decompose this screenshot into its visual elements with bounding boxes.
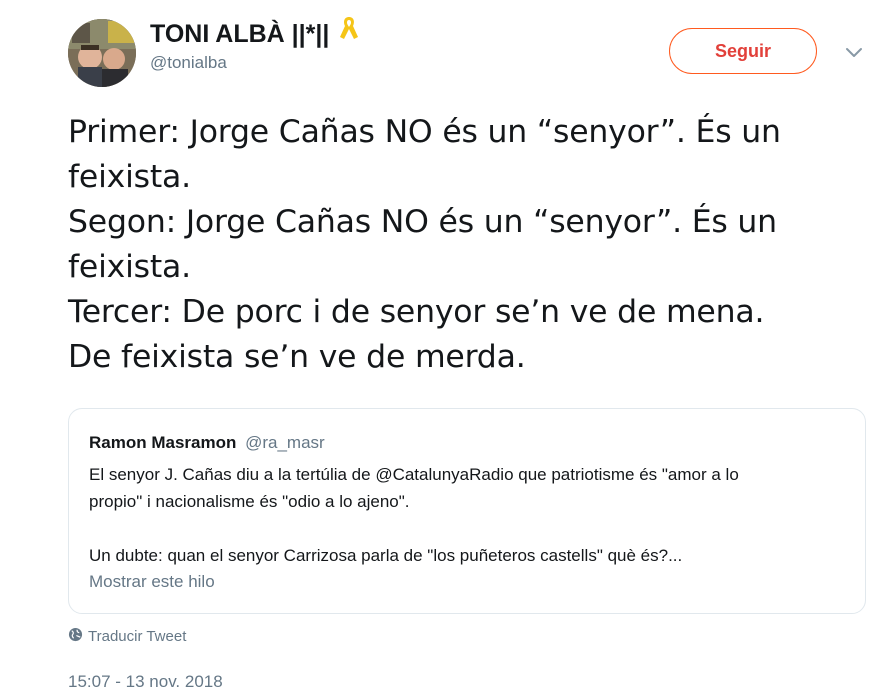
author-display-name[interactable]: TONI ALBÀ ||*||: [150, 17, 359, 49]
quoted-tweet[interactable]: Ramon Masramon @ra_masr El senyor J. Cañ…: [68, 408, 866, 614]
quoted-author-handle: @ra_masr: [245, 433, 325, 452]
tweet-text-line: De feixista se’n ve de merda.: [68, 339, 526, 375]
tweet-text-line: feixista.: [68, 159, 191, 195]
show-thread-link[interactable]: Mostrar este hilo: [89, 572, 215, 592]
quoted-author-name: Ramon Masramon: [89, 433, 237, 452]
yellow-ribbon-icon: [339, 15, 359, 48]
quoted-tweet-body: El senyor J. Cañas diu a la tertúlia de …: [89, 461, 849, 569]
translate-tweet-link[interactable]: Traducir Tweet: [68, 627, 186, 646]
chevron-down-icon[interactable]: [845, 44, 863, 57]
quoted-tweet-header: Ramon Masramon @ra_masr: [89, 433, 325, 453]
tweet-text: Primer: Jorge Cañas NO és un “senyor”. É…: [68, 110, 868, 380]
tweet-text-line: Primer: Jorge Cañas NO és un “senyor”. É…: [68, 114, 781, 150]
tweet-text-line: Segon: Jorge Cañas NO és un “senyor”. És…: [68, 204, 777, 240]
tweet-card: TONI ALBÀ ||*|| @tonialba Seguir Primer:…: [0, 0, 881, 698]
globe-icon: [68, 627, 83, 646]
quoted-text-line: El senyor J. Cañas diu a la tertúlia de …: [89, 465, 739, 484]
tweet-text-line: Tercer: De porc i de senyor se’n ve de m…: [68, 294, 765, 330]
avatar[interactable]: [68, 19, 136, 87]
follow-button[interactable]: Seguir: [669, 28, 817, 74]
author-username[interactable]: @tonialba: [150, 53, 359, 73]
tweet-text-line: feixista.: [68, 249, 191, 285]
author-block[interactable]: TONI ALBÀ ||*|| @tonialba: [150, 17, 359, 73]
quoted-text-line: Un dubte: quan el senyor Carrizosa parla…: [89, 546, 683, 565]
quoted-text-line: propio" i nacionalisme és "odio a lo aje…: [89, 492, 410, 511]
author-name-text: TONI ALBÀ ||*||: [150, 20, 330, 48]
translate-label: Traducir Tweet: [88, 628, 187, 645]
tweet-timestamp[interactable]: 15:07 - 13 nov. 2018: [68, 672, 223, 692]
